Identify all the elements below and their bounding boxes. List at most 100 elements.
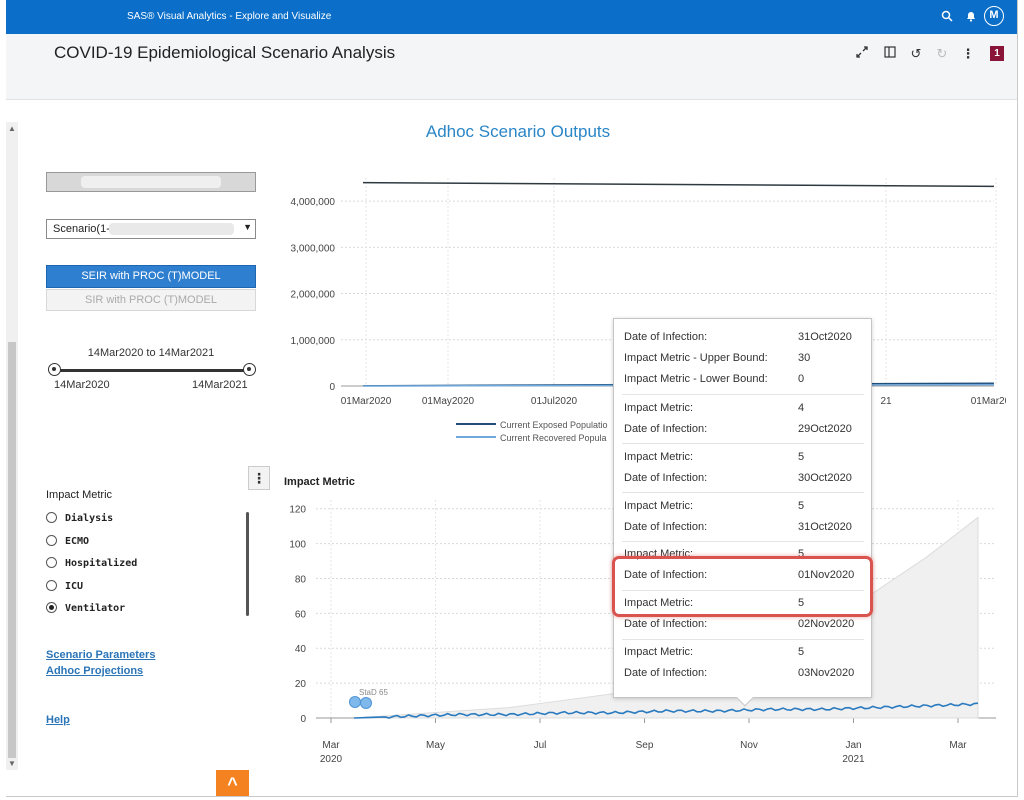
tooltip-value: 29Oct2020 (798, 423, 852, 435)
panel-icon[interactable] (882, 46, 898, 62)
tooltip-key: Impact Metric - Lower Bound: (624, 373, 768, 385)
radio-button[interactable] (46, 512, 57, 523)
redacted-text (81, 176, 221, 188)
scroll-thumb[interactable] (8, 342, 16, 758)
tooltip-value: 03Nov2020 (798, 667, 855, 679)
tooltip-separator (622, 541, 864, 542)
help-link[interactable]: Help (46, 714, 70, 726)
date-range-min-handle[interactable] (48, 363, 61, 376)
tooltip-value: 5 (798, 451, 805, 463)
tooltip-value: 02Nov2020 (798, 618, 855, 630)
radio-button[interactable] (46, 557, 57, 568)
highlight-annotation (612, 556, 873, 617)
scenario-parameters-link[interactable]: Scenario Parameters (46, 649, 155, 661)
tooltip-value: 5 (798, 646, 805, 658)
app-title: SAS® Visual Analytics - Explore and Visu… (127, 11, 332, 22)
radio-label: ECMO (65, 536, 90, 547)
tooltip-key: Impact Metric: (624, 402, 694, 414)
more-icon[interactable]: ⋮ (960, 46, 976, 62)
x-tick-label: 01Mar2021 (971, 396, 1006, 407)
radio-dialysis[interactable]: Dialysis (46, 512, 113, 528)
tooltip-row: Impact Metric: 5 (624, 500, 862, 520)
radio-label: ICU (65, 581, 84, 592)
tooltip-key: Impact Metric: (624, 500, 694, 512)
date-range-max-handle[interactable] (243, 363, 256, 376)
radio-icu[interactable]: ICU (46, 580, 83, 596)
redacted-field[interactable] (46, 172, 256, 192)
chevron-up-icon[interactable]: ^ (216, 770, 249, 796)
seir-model-button[interactable]: SEIR with PROC (T)MODEL (46, 265, 256, 288)
tooltip-separator (622, 443, 864, 444)
y-tick-label: 80 (295, 574, 307, 585)
scenario-select-value: Scenario(1- (53, 223, 110, 235)
x-tick-label: Jul (534, 740, 547, 751)
x-tick-label: Mar (322, 740, 340, 751)
x-tick-year: 2020 (320, 754, 343, 765)
x-tick-label: 01May2020 (422, 396, 475, 407)
vertical-scrollbar[interactable]: ▲ ▼ (6, 122, 18, 770)
x-tick-label: Jan (845, 740, 861, 751)
radio-button[interactable] (46, 580, 57, 591)
tooltip-separator (622, 639, 864, 640)
radio-label: Hospitalized (65, 558, 138, 569)
search-icon[interactable] (940, 10, 954, 24)
y-tick-label: 0 (300, 714, 306, 725)
radio-button[interactable] (46, 535, 57, 546)
tooltip-value: 4 (798, 402, 805, 414)
scroll-down-arrow-icon[interactable]: ▼ (8, 759, 16, 768)
tooltip-key: Date of Infection: (624, 618, 708, 630)
tooltip-value: 31Oct2020 (798, 331, 852, 343)
undo-icon[interactable]: ↺ (908, 46, 924, 62)
date-range-label: 14Mar2020 to 14Mar2021 (87, 347, 215, 359)
tooltip-row: Date of Infection: 31Oct2020 (624, 521, 862, 541)
radio-button[interactable] (46, 602, 57, 613)
expand-icon[interactable] (854, 46, 870, 62)
tooltip-row: Impact Metric - Upper Bound: 30 (624, 352, 862, 372)
y-tick-label: 100 (289, 540, 306, 551)
legend-label: Current Recovered Popula (500, 433, 607, 443)
tooltip-value: 30Oct2020 (798, 472, 852, 484)
x-tick-label: Sep (636, 740, 654, 751)
radio-hospitalized[interactable]: Hospitalized (46, 557, 137, 573)
tooltip-value: 30 (798, 352, 811, 364)
y-tick-label: 2,000,000 (291, 290, 336, 301)
radio-ventilator[interactable]: Ventilator (46, 602, 125, 618)
tooltip-row: Date of Infection: 30Oct2020 (624, 472, 862, 492)
tooltip-row: Date of Infection: 02Nov2020 (624, 618, 862, 638)
tooltip-key: Date of Infection: (624, 423, 708, 435)
y-tick-label: 40 (295, 644, 307, 655)
list-scrollbar[interactable] (246, 512, 249, 616)
tooltip-separator (622, 492, 864, 493)
tooltip-key: Date of Infection: (624, 331, 708, 343)
list-menu-button[interactable]: ⋮ (248, 466, 270, 490)
page-header: COVID-19 Epidemiological Scenario Analys… (6, 34, 1017, 100)
tooltip-row: Date of Infection: 29Oct2020 (624, 423, 862, 443)
tooltip-value: 0 (798, 373, 805, 385)
data-tooltip: Date of Infection: 31Oct2020 Impact Metric… (613, 318, 872, 707)
bell-icon[interactable] (964, 10, 978, 24)
report-title: Adhoc Scenario Outputs (425, 122, 611, 141)
tooltip-row: Impact Metric: 5 (624, 646, 862, 666)
y-tick-label: 4,000,000 (291, 197, 336, 208)
redo-icon[interactable]: ↻ (934, 46, 950, 62)
page-title: COVID-19 Epidemiological Scenario Analys… (54, 43, 396, 62)
series-line-2 (362, 181, 995, 188)
y-tick-label: 3,000,000 (291, 243, 336, 254)
tooltip-row: Impact Metric - Lower Bound: 0 (624, 373, 862, 393)
sir-model-button[interactable]: SIR with PROC (T)MODEL (46, 289, 256, 311)
tooltip-key: Impact Metric - Upper Bound: (624, 352, 768, 364)
legend-label: Current Exposed Populatio (500, 420, 608, 430)
radio-label: Ventilator (65, 603, 126, 614)
x-tick-label: 01Jul2020 (531, 396, 578, 407)
x-tick-label: Mar (949, 740, 967, 751)
tooltip-key: Date of Infection: (624, 521, 708, 533)
adhoc-projections-link[interactable]: Adhoc Projections (46, 665, 143, 677)
avatar[interactable]: M (984, 6, 1004, 26)
date-range-max: 14Mar2021 (192, 379, 248, 391)
radio-ecmo[interactable]: ECMO (46, 535, 89, 551)
notification-badge[interactable]: 1 (990, 46, 1004, 61)
y-tick-label: 0 (329, 382, 335, 393)
date-range-slider-track[interactable] (54, 369, 250, 372)
scenario-select[interactable]: Scenario(1- ▼ (46, 219, 256, 239)
x-tick-label: 21 (880, 396, 892, 407)
